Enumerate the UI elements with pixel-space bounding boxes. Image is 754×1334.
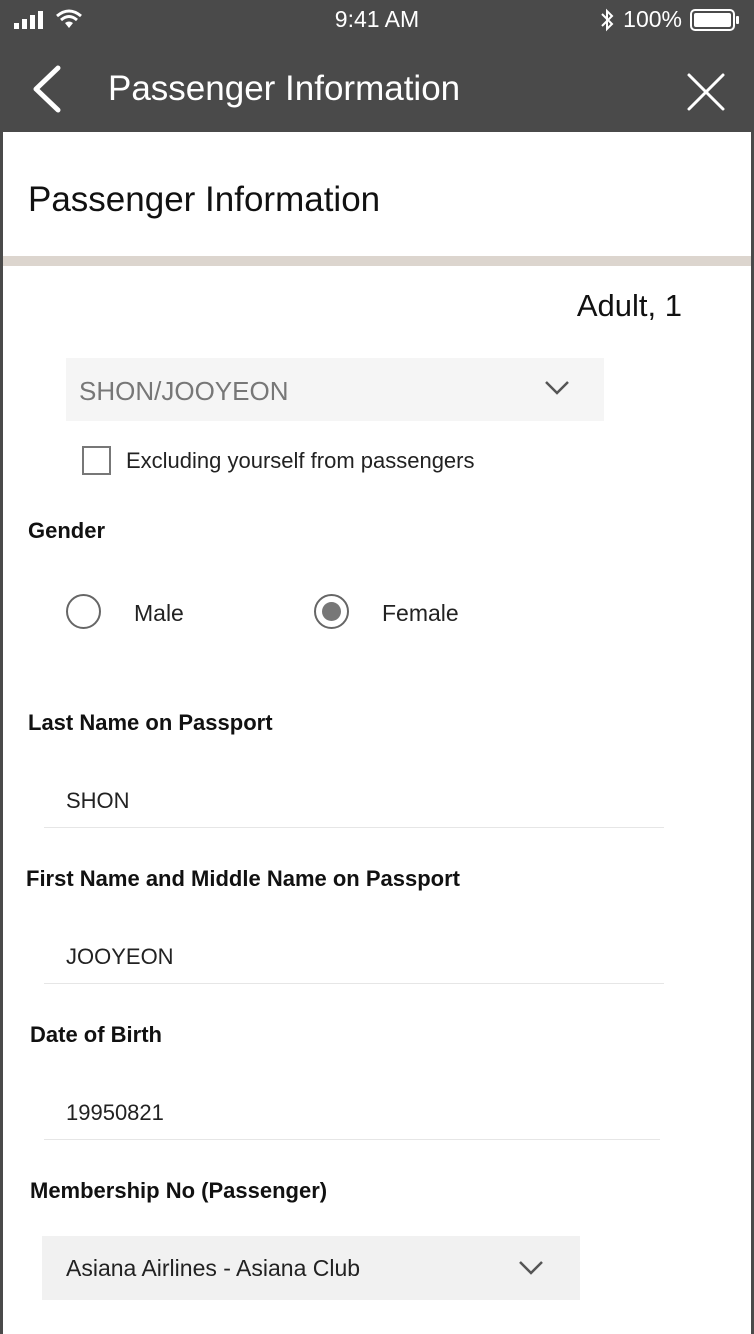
- chevron-down-icon: [545, 381, 569, 395]
- passenger-type-label: Adult, 1: [576, 288, 682, 323]
- back-chevron-icon[interactable]: [28, 64, 68, 114]
- status-bar: 9:41 AM 100%: [0, 0, 754, 38]
- left-frame-edge: [0, 0, 3, 1334]
- membership-label: Membership No (Passenger): [30, 1178, 328, 1203]
- membership-select-value: Asiana Airlines - Asiana Club: [66, 1255, 361, 1281]
- last-name-label: Last Name on Passport: [28, 710, 273, 735]
- status-right-group: 100%: [599, 6, 740, 33]
- radio-male[interactable]: [66, 594, 101, 629]
- radio-male-label[interactable]: Male: [134, 600, 184, 627]
- battery-percent: 100%: [623, 6, 682, 32]
- nav-title: Passenger Information: [108, 69, 461, 108]
- last-name-value: SHON: [66, 788, 130, 813]
- first-name-value: JOOYEON: [66, 944, 174, 969]
- first-name-field[interactable]: JOOYEON: [44, 924, 664, 984]
- membership-select[interactable]: Asiana Airlines - Asiana Club: [42, 1236, 580, 1300]
- section-title: Passenger Information: [28, 180, 381, 219]
- first-name-label: First Name and Middle Name on Passport: [26, 866, 460, 891]
- passenger-select[interactable]: SHON/JOOYEON: [66, 358, 604, 421]
- dob-label: Date of Birth: [30, 1022, 162, 1047]
- exclude-self-checkbox[interactable]: [82, 446, 111, 475]
- passenger-select-value: SHON/JOOYEON: [79, 376, 289, 406]
- radio-female-label[interactable]: Female: [382, 600, 459, 627]
- gender-label: Gender: [28, 518, 106, 543]
- radio-female-dot: [322, 602, 341, 621]
- nav-header: Passenger Information: [0, 38, 754, 132]
- dob-value: 19950821: [66, 1100, 164, 1125]
- radio-female[interactable]: [314, 594, 349, 629]
- section-divider: [3, 256, 751, 266]
- dob-field[interactable]: 19950821: [44, 1080, 660, 1140]
- exclude-self-label: Excluding yourself from passengers: [126, 447, 475, 473]
- battery-icon: [690, 8, 739, 31]
- chevron-down-icon: [519, 1261, 543, 1275]
- exclude-self-row[interactable]: Excluding yourself from passengers: [82, 446, 475, 475]
- last-name-field[interactable]: SHON: [44, 768, 664, 828]
- close-icon[interactable]: [686, 72, 726, 112]
- bluetooth-icon: [601, 8, 614, 31]
